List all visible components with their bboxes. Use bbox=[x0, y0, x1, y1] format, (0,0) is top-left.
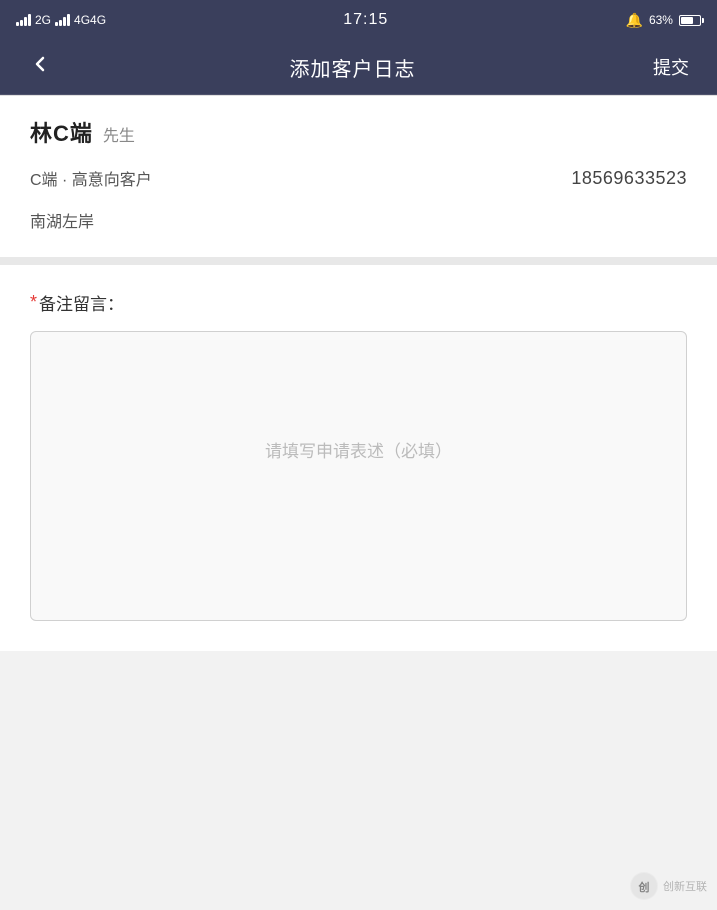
network-type-1: 2G bbox=[35, 13, 51, 27]
customer-phone: 18569633523 bbox=[571, 168, 687, 189]
notes-textarea[interactable] bbox=[30, 331, 687, 621]
watermark-text: 创新互联 bbox=[663, 878, 707, 894]
customer-tag: C端 · 高意向客户 bbox=[30, 166, 152, 190]
customer-name: 林C端 bbox=[30, 116, 93, 148]
required-marker: * bbox=[30, 292, 37, 313]
network-type-2: 4G4G bbox=[74, 13, 106, 27]
customer-address: 南湖左岸 bbox=[30, 208, 687, 232]
submit-button[interactable]: 提交 bbox=[645, 50, 697, 84]
status-right: 🔔 63% bbox=[626, 12, 701, 29]
section-divider bbox=[0, 257, 717, 265]
watermark: 创 创新互联 bbox=[630, 872, 707, 900]
watermark-logo: 创 bbox=[630, 872, 658, 900]
customer-info-row: C端 · 高意向客户 18569633523 bbox=[30, 166, 687, 190]
status-left: 2G 4G4G bbox=[16, 13, 106, 27]
page-title: 添加客户日志 bbox=[290, 53, 416, 82]
battery-icon bbox=[679, 15, 701, 26]
customer-card: 林C端 先生 C端 · 高意向客户 18569633523 南湖左岸 bbox=[0, 96, 717, 257]
form-label: * 备注留言： bbox=[30, 290, 687, 315]
nav-bar: 添加客户日志 提交 bbox=[0, 40, 717, 95]
svg-text:创: 创 bbox=[638, 880, 650, 894]
form-section: * 备注留言： bbox=[0, 265, 717, 651]
customer-honorific: 先生 bbox=[103, 122, 135, 146]
bell-icon: 🔔 bbox=[626, 12, 643, 29]
customer-name-row: 林C端 先生 bbox=[30, 116, 687, 148]
form-label-text: 备注留言： bbox=[39, 290, 124, 315]
back-button[interactable] bbox=[20, 48, 60, 86]
signal-icon bbox=[16, 14, 31, 26]
status-bar: 2G 4G4G 17:15 🔔 63% bbox=[0, 0, 717, 40]
battery-percent: 63% bbox=[649, 13, 673, 27]
status-time: 17:15 bbox=[343, 11, 388, 29]
signal-icon-2 bbox=[55, 14, 70, 26]
